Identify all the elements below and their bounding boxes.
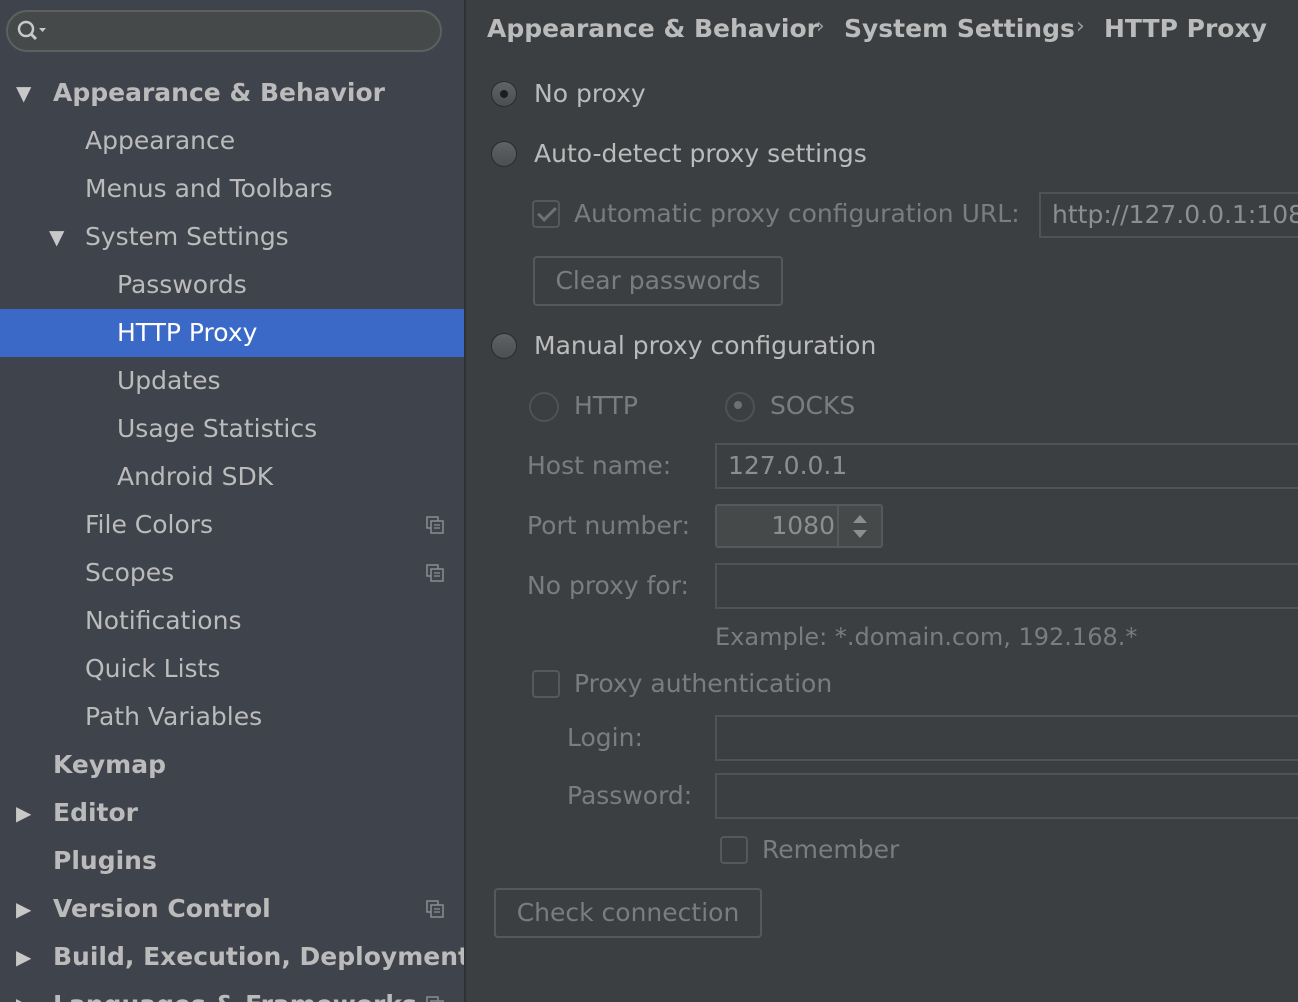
sidebar-item-version-control[interactable]: ▶ Version Control xyxy=(0,885,464,933)
sidebar-item-path-variables[interactable]: Path Variables xyxy=(0,693,464,741)
breadcrumb-system-settings: System Settings xyxy=(844,14,1075,43)
sidebar-item-languages-frameworks[interactable]: ▶ Languages & Frameworks xyxy=(0,981,464,1002)
port-stepper[interactable] xyxy=(837,506,881,546)
login-field[interactable] xyxy=(715,715,1298,761)
check-connection-button[interactable]: Check connection xyxy=(494,888,762,938)
remember-checkbox[interactable] xyxy=(720,836,748,864)
no-proxy-for-field[interactable] xyxy=(715,563,1298,609)
sidebar-item-passwords[interactable]: Passwords xyxy=(0,261,464,309)
port-number-value: 1080 xyxy=(771,511,835,540)
collapse-arrow-icon[interactable]: ▶ xyxy=(16,885,31,933)
sidebar-item-usage-statistics[interactable]: Usage Statistics xyxy=(0,405,464,453)
sidebar-item-build-execution-deployment[interactable]: ▶ Build, Execution, Deployment xyxy=(0,933,464,981)
sidebar-item-label: Plugins xyxy=(53,846,157,875)
socks-radio[interactable] xyxy=(725,392,755,422)
sidebar-item-label: Passwords xyxy=(117,270,247,299)
collapse-arrow-icon[interactable]: ▶ xyxy=(16,933,31,981)
sidebar-item-label: HTTP Proxy xyxy=(117,318,258,347)
sidebar-item-scopes[interactable]: Scopes xyxy=(0,549,464,597)
no-proxy-example-text: Example: *.domain.com, 192.168.* xyxy=(715,623,1138,651)
password-field[interactable] xyxy=(715,773,1298,819)
sidebar-item-label: Appearance & Behavior xyxy=(53,78,385,107)
no-proxy-radio[interactable] xyxy=(491,81,517,107)
sidebar-item-label: Editor xyxy=(53,798,138,827)
sidebar-item-label: Notifications xyxy=(85,606,242,635)
project-level-icon xyxy=(426,516,444,534)
no-proxy-for-label: No proxy for: xyxy=(527,571,689,600)
clear-passwords-button[interactable]: Clear passwords xyxy=(533,256,783,306)
sidebar-item-menus-and-toolbars[interactable]: Menus and Toolbars xyxy=(0,165,464,213)
http-proxy-panel: Appearance & Behavior › System Settings … xyxy=(466,0,1298,1002)
manual-proxy-label: Manual proxy configuration xyxy=(534,331,877,360)
auto-config-url-field[interactable]: http://127.0.0.1:1081 xyxy=(1039,192,1298,238)
expand-arrow-icon[interactable]: ▼ xyxy=(16,69,31,117)
sidebar-item-updates[interactable]: Updates xyxy=(0,357,464,405)
sidebar-item-editor[interactable]: ▶ Editor xyxy=(0,789,464,837)
stepper-arrows-icon xyxy=(853,515,867,538)
sidebar-item-notifications[interactable]: Notifications xyxy=(0,597,464,645)
breadcrumb-http-proxy: HTTP Proxy xyxy=(1104,14,1267,43)
sidebar-item-appearance-behavior[interactable]: ▼ Appearance & Behavior xyxy=(0,69,464,117)
http-label: HTTP xyxy=(574,391,638,420)
auto-detect-radio[interactable] xyxy=(491,141,517,167)
sidebar-item-label: Build, Execution, Deployment xyxy=(53,942,464,971)
no-proxy-label: No proxy xyxy=(534,79,646,108)
sidebar-item-label: System Settings xyxy=(85,222,289,251)
search-icon xyxy=(17,20,46,41)
sidebar-item-label: Keymap xyxy=(53,750,167,779)
sidebar-item-label: Android SDK xyxy=(117,462,274,491)
port-number-label: Port number: xyxy=(527,511,691,540)
sidebar-item-label: Usage Statistics xyxy=(117,414,318,443)
collapse-arrow-icon[interactable]: ▶ xyxy=(16,789,31,837)
sidebar-item-quick-lists[interactable]: Quick Lists xyxy=(0,645,464,693)
project-level-icon xyxy=(426,900,444,918)
host-name-field[interactable]: 127.0.0.1 xyxy=(715,443,1298,489)
sidebar-item-plugins[interactable]: Plugins xyxy=(0,837,464,885)
auto-detect-label: Auto-detect proxy settings xyxy=(534,139,867,168)
sidebar-item-label: Scopes xyxy=(85,558,175,587)
sidebar-item-system-settings[interactable]: ▼ System Settings xyxy=(0,213,464,261)
sidebar-item-label: Version Control xyxy=(53,894,271,923)
settings-search-field[interactable] xyxy=(6,10,442,52)
password-label: Password: xyxy=(567,781,693,810)
sidebar-item-label: Languages & Frameworks xyxy=(53,981,417,1002)
sidebar-item-label: Quick Lists xyxy=(85,654,221,683)
sidebar-item-file-colors[interactable]: File Colors xyxy=(0,501,464,549)
sidebar-item-http-proxy[interactable]: HTTP Proxy xyxy=(0,309,464,357)
breadcrumb-appearance-behavior: Appearance & Behavior xyxy=(487,14,819,43)
collapse-arrow-icon[interactable]: ▶ xyxy=(16,981,31,1002)
sidebar-item-label: Path Variables xyxy=(85,702,263,731)
sidebar-item-keymap[interactable]: Keymap xyxy=(0,741,464,789)
breadcrumb-chevron-icon: › xyxy=(1076,14,1085,39)
settings-sidebar: ▼ Appearance & Behavior Appearance Menus an… xyxy=(0,0,464,1002)
login-label: Login: xyxy=(567,723,643,752)
expand-arrow-icon[interactable]: ▼ xyxy=(49,213,64,261)
http-radio[interactable] xyxy=(529,392,559,422)
sidebar-item-android-sdk[interactable]: Android SDK xyxy=(0,453,464,501)
sidebar-item-label: Appearance xyxy=(85,126,236,155)
sidebar-item-label: File Colors xyxy=(85,510,214,539)
manual-proxy-radio[interactable] xyxy=(491,333,517,359)
sidebar-item-label: Menus and Toolbars xyxy=(85,174,333,203)
proxy-authentication-label: Proxy authentication xyxy=(574,669,833,698)
port-number-spinner[interactable]: 1080 xyxy=(715,504,883,548)
socks-label: SOCKS xyxy=(770,391,856,420)
breadcrumb-chevron-icon: › xyxy=(816,14,825,39)
sidebar-item-appearance[interactable]: Appearance xyxy=(0,117,464,165)
project-level-icon xyxy=(426,564,444,582)
auto-config-url-label: Automatic proxy configuration URL: xyxy=(574,199,1020,228)
project-level-icon xyxy=(426,996,444,1002)
sidebar-item-label: Updates xyxy=(117,366,221,395)
proxy-authentication-checkbox[interactable] xyxy=(532,670,560,698)
remember-label: Remember xyxy=(762,835,900,864)
auto-config-url-checkbox[interactable] xyxy=(532,200,560,228)
host-name-label: Host name: xyxy=(527,451,672,480)
